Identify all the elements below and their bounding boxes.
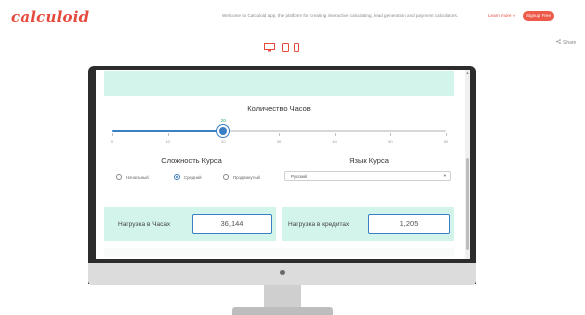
slider-tick bbox=[446, 133, 447, 136]
monitor-stand bbox=[264, 285, 301, 307]
slider-tick bbox=[390, 133, 392, 136]
scroll-up-icon[interactable]: ▲ bbox=[465, 70, 470, 75]
slider-tick-label: 50 bbox=[388, 139, 393, 144]
slider-tick-label: 40 bbox=[332, 139, 337, 144]
chevron-down-icon: ▾ bbox=[443, 173, 446, 178]
monitor-base bbox=[232, 307, 333, 315]
share-button[interactable]: Share bbox=[556, 39, 576, 46]
radio-intermediate-label: Средний bbox=[184, 174, 202, 180]
credits-load-panel: Нагрузка в кредитах 1,205 bbox=[282, 207, 454, 241]
calculoid-logo[interactable]: calculoid bbox=[11, 8, 89, 26]
screen-footer bbox=[104, 248, 454, 257]
radio-advanced-circle[interactable] bbox=[223, 174, 229, 180]
credits-load-label: Нагрузка в кредитах bbox=[288, 221, 350, 228]
top-bar: calculoid Welcome to Calculoid app, the … bbox=[0, 0, 585, 32]
phone-icon[interactable] bbox=[294, 39, 299, 57]
complexity-label: Сложность Курса bbox=[161, 156, 222, 165]
slider-tick-label: 30 bbox=[276, 139, 282, 144]
radio-beginner-label: Начальный bbox=[126, 174, 149, 180]
hours-load-panel: Нагрузка в Часах 36,144 bbox=[104, 207, 276, 241]
slider-tick bbox=[112, 133, 113, 136]
slider-tick bbox=[334, 133, 336, 136]
language-select-value: Русский bbox=[291, 174, 307, 179]
scrollbar-thumb[interactable] bbox=[466, 158, 469, 250]
slider-tick-label: 0 bbox=[110, 139, 114, 144]
radio-beginner[interactable]: Начальный bbox=[116, 172, 149, 182]
radio-advanced-label: Продвинутый bbox=[233, 174, 260, 180]
language-select[interactable]: Русский ▾ bbox=[284, 171, 451, 181]
desktop-icon[interactable] bbox=[264, 39, 275, 57]
hours-label: Количество Часов bbox=[247, 104, 311, 113]
slider-tick bbox=[167, 133, 169, 136]
radio-intermediate-circle[interactable] bbox=[174, 174, 180, 180]
language-label: Язык Курса bbox=[349, 156, 389, 165]
hours-load-value[interactable]: 36,144 bbox=[192, 214, 272, 234]
hours-slider-value: 20 bbox=[220, 118, 226, 123]
slider-tick-label: 10 bbox=[165, 139, 170, 144]
hours-slider-fill bbox=[112, 130, 224, 132]
learn-more-link[interactable]: Learn more » bbox=[488, 13, 515, 18]
header-panel bbox=[104, 71, 454, 96]
tablet-icon[interactable] bbox=[282, 39, 289, 57]
device-switcher bbox=[264, 39, 304, 52]
welcome-text: Welcome to Calculoid app, the platform f… bbox=[222, 13, 459, 18]
share-label: Share bbox=[563, 40, 577, 46]
radio-beginner-circle[interactable] bbox=[116, 174, 122, 180]
signup-button[interactable]: Signup Free bbox=[523, 11, 554, 21]
power-button-icon bbox=[280, 270, 285, 275]
credits-load-value[interactable]: 1,205 bbox=[368, 214, 450, 234]
slider-tick-label: 60 bbox=[443, 139, 449, 144]
radio-advanced[interactable]: Продвинутый bbox=[223, 172, 260, 182]
share-icon bbox=[556, 39, 561, 46]
slider-tick bbox=[279, 133, 280, 136]
slider-tick-label: 20 bbox=[221, 139, 226, 144]
hours-load-label: Нагрузка в Часах bbox=[118, 221, 171, 228]
radio-intermediate[interactable]: Средний bbox=[174, 172, 201, 182]
